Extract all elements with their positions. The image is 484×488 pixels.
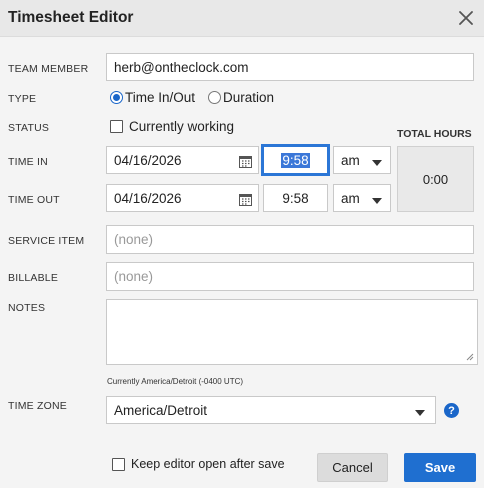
service-item-placeholder: (none) [114, 232, 154, 247]
time-zone-select[interactable]: America/Detroit [106, 396, 436, 424]
time-out-time-field[interactable]: 9:58 [263, 184, 328, 212]
resize-grip-icon[interactable] [466, 353, 474, 361]
time-out-date-value: 04/16/2026 [114, 190, 182, 206]
close-icon [459, 11, 473, 25]
calendar-icon[interactable] [239, 193, 252, 206]
status-label: STATUS [8, 122, 50, 134]
team-member-value: herb@ontheclock.com [114, 59, 249, 75]
service-item-label: SERVICE ITEM [8, 235, 85, 247]
notes-label: NOTES [8, 302, 46, 314]
keep-open-label: Keep editor open after save [131, 457, 285, 471]
type-option-time-in-out-label: Time In/Out [125, 90, 196, 105]
time-in-date-field[interactable]: 04/16/2026 [106, 146, 259, 174]
cancel-button[interactable]: Cancel [317, 453, 388, 482]
total-hours-value: 0:00 [422, 171, 449, 187]
total-hours-label: TOTAL HOURS [397, 128, 472, 140]
time-zone-value: America/Detroit [114, 402, 208, 418]
service-item-field[interactable]: (none) [106, 225, 474, 254]
time-out-ampm-value: am [341, 190, 360, 206]
title-bar: Timesheet Editor [0, 0, 484, 37]
checkbox-icon [110, 120, 123, 133]
time-zone-label: TIME ZONE [8, 400, 67, 412]
window-title: Timesheet Editor [8, 9, 134, 26]
close-button[interactable] [454, 5, 478, 31]
time-out-ampm-select[interactable]: am [333, 184, 391, 212]
time-in-ampm-select[interactable]: am [333, 146, 391, 174]
radio-selected-icon [110, 91, 123, 104]
help-icon[interactable]: ? [444, 403, 459, 418]
radio-unselected-icon [208, 91, 221, 104]
team-member-label: TEAM MEMBER [8, 63, 89, 75]
calendar-icon[interactable] [239, 155, 252, 168]
team-member-field[interactable]: herb@ontheclock.com [106, 53, 474, 81]
time-in-time-value: 9:58 [281, 152, 310, 168]
type-option-duration-label: Duration [223, 90, 275, 105]
time-out-date-field[interactable]: 04/16/2026 [106, 184, 259, 212]
type-label: TYPE [8, 93, 37, 105]
billable-field[interactable]: (none) [106, 262, 474, 291]
billable-label: BILLABLE [8, 272, 59, 284]
chevron-down-icon [372, 198, 382, 204]
notes-textarea[interactable] [106, 299, 478, 365]
chevron-down-icon [372, 160, 382, 166]
time-out-label: TIME OUT [8, 194, 60, 206]
time-in-ampm-value: am [341, 152, 360, 168]
billable-placeholder: (none) [114, 269, 154, 284]
chevron-down-icon [415, 410, 425, 416]
timezone-note: Currently America/Detroit (-0400 UTC) [107, 377, 244, 386]
time-in-time-field[interactable]: 9:58 [261, 144, 330, 176]
time-out-time-value: 9:58 [282, 190, 309, 206]
save-button[interactable]: Save [404, 453, 476, 482]
currently-working-label: Currently working [129, 119, 235, 134]
type-option-duration[interactable]: Duration [208, 90, 274, 105]
time-in-date-value: 04/16/2026 [114, 152, 182, 168]
checkbox-icon [112, 457, 125, 471]
keep-open-checkbox[interactable]: Keep editor open after save [112, 457, 285, 471]
currently-working-checkbox[interactable]: Currently working [110, 119, 234, 134]
type-option-time-in-out[interactable]: Time In/Out [110, 90, 195, 105]
time-in-label: TIME IN [8, 156, 48, 168]
total-hours-display: 0:00 [397, 146, 474, 212]
